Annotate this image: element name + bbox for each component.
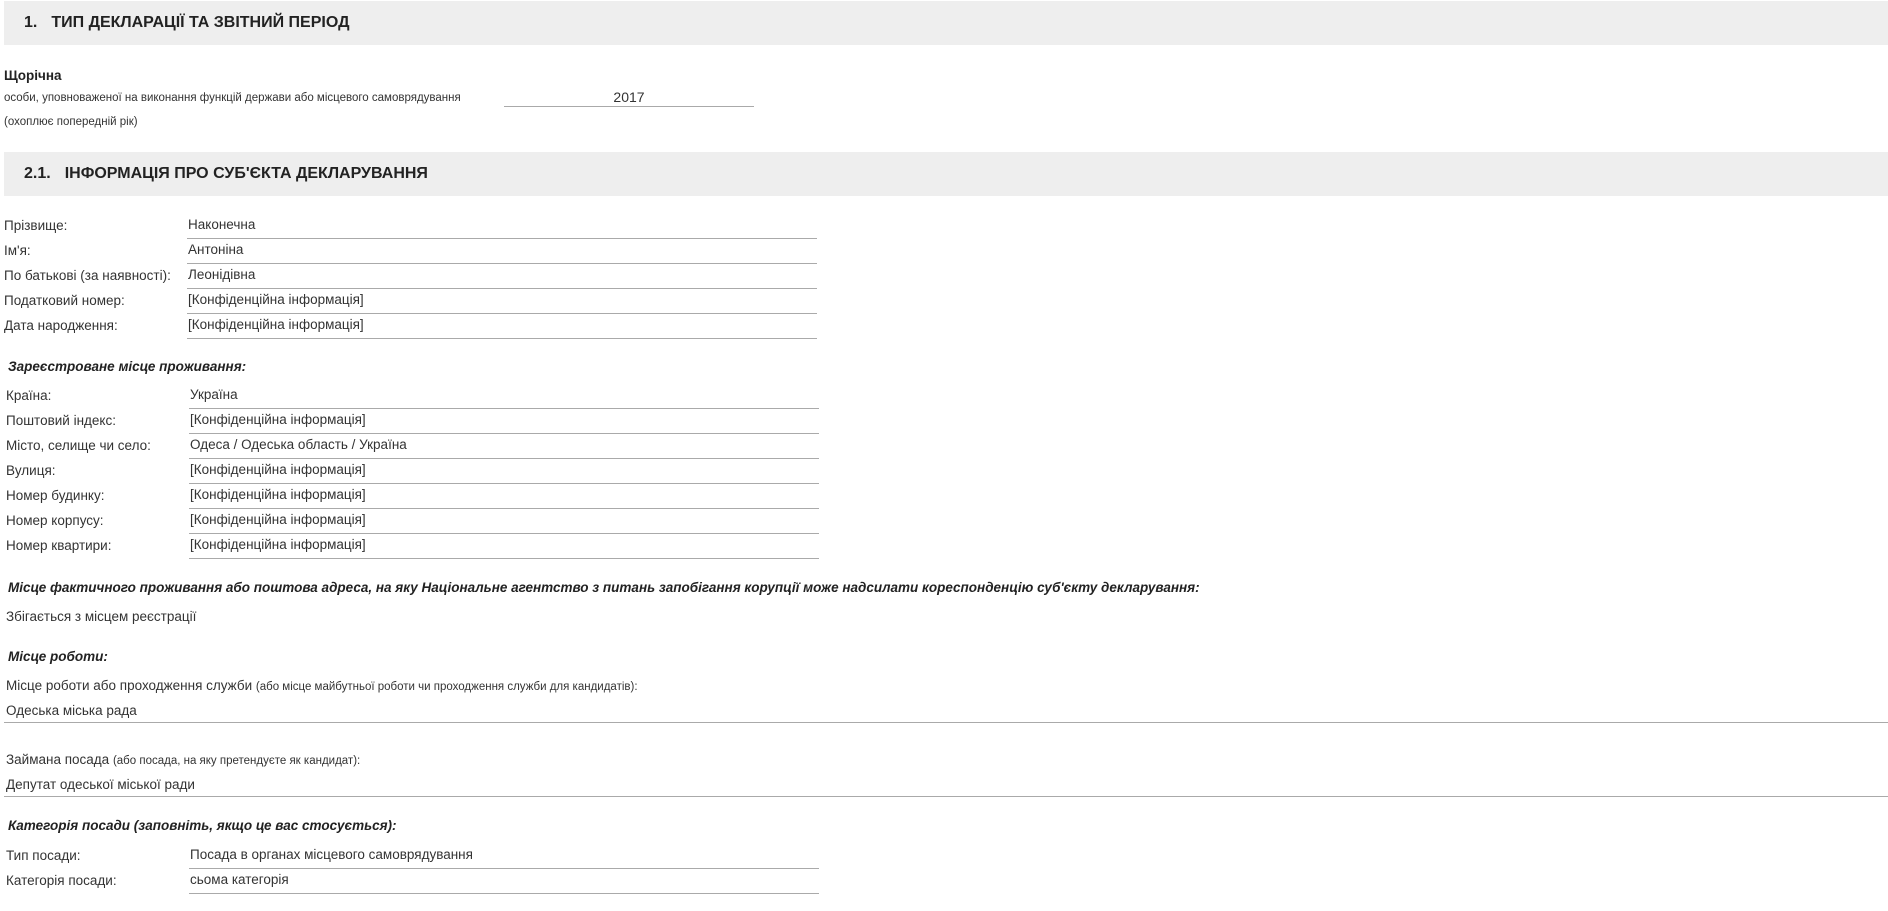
block-number-label: Номер корпусу: — [6, 513, 104, 528]
actual-address-heading: Місце фактичного проживання або поштова … — [8, 580, 1200, 595]
country-value: Україна — [189, 384, 819, 409]
block-number-value: [Конфіденційна інформація] — [189, 509, 819, 534]
street-label: Вулиця: — [6, 463, 56, 478]
position-category-value: сьома категорія — [189, 869, 819, 894]
section-number: 2.1. — [24, 165, 51, 182]
section-header-subject-info: 2.1. ІНФОРМАЦІЯ ПРО СУБ'ЄКТА ДЕКЛАРУВАНН… — [4, 152, 1888, 196]
workplace-value: Одеська міська рада — [6, 703, 137, 718]
position-type-label: Тип посади: — [6, 848, 81, 863]
street-value: [Конфіденційна інформація] — [189, 459, 819, 484]
surname-value: Наконечна — [187, 214, 817, 239]
declaration-period-note: (охоплює попередній рік) — [4, 116, 138, 128]
position-type-value: Посада в органах місцевого самоврядуванн… — [189, 844, 819, 869]
position-category-label: Категорія посади: — [6, 873, 117, 888]
first-name-value: Антоніна — [187, 239, 817, 264]
registered-address-heading: Зареєстроване місце проживання: — [8, 359, 247, 374]
building-number-value: [Конфіденційна інформація] — [189, 484, 819, 509]
building-number-label: Номер будинку: — [6, 488, 105, 503]
position-underline — [4, 796, 1888, 797]
country-label: Країна: — [6, 388, 52, 403]
category-heading: Категорія посади (заповніть, якщо це вас… — [8, 818, 397, 833]
birth-date-value: [Конфіденційна інформація] — [187, 314, 817, 339]
workplace-heading: Місце роботи: — [8, 649, 108, 664]
apartment-number-label: Номер квартири: — [6, 538, 112, 553]
declaration-subject: особи, уповноваженої на виконання функці… — [4, 92, 461, 104]
birth-date-label: Дата народження: — [4, 318, 118, 333]
section-title: ІНФОРМАЦІЯ ПРО СУБ'ЄКТА ДЕКЛАРУВАННЯ — [64, 165, 428, 182]
declaration-type: Щорічна — [4, 68, 62, 83]
actual-address-value: Збігається з місцем реєстрації — [6, 609, 197, 624]
reporting-year: 2017 — [504, 86, 754, 107]
tax-number-label: Податковий номер: — [4, 293, 125, 308]
apartment-number-value: [Конфіденційна інформація] — [189, 534, 819, 559]
section-title: ТИП ДЕКЛАРАЦІЇ ТА ЗВІТНИЙ ПЕРІОД — [51, 14, 350, 31]
section-number: 1. — [24, 14, 38, 31]
workplace-label: Місце роботи або проходження служби (або… — [6, 678, 638, 693]
position-value: Депутат одеської міської ради — [6, 777, 195, 792]
city-label: Місто, селище чи село: — [6, 438, 151, 453]
workplace-label-note: (або місце майбутньої роботи чи проходже… — [255, 681, 638, 693]
tax-number-value: [Конфіденційна інформація] — [187, 289, 817, 314]
position-label-note: (або посада, на яку претендуєте як канди… — [112, 755, 361, 767]
position-label-text: Займана посада — [6, 752, 110, 767]
workplace-underline — [4, 722, 1888, 723]
patronymic-value: Леонідівна — [187, 264, 817, 289]
surname-label: Прізвище: — [4, 218, 68, 233]
postal-code-label: Поштовий індекс: — [6, 413, 116, 428]
section-header-declaration-type: 1. ТИП ДЕКЛАРАЦІЇ ТА ЗВІТНИЙ ПЕРІОД — [4, 1, 1888, 45]
first-name-label: Ім'я: — [4, 243, 31, 258]
workplace-label-text: Місце роботи або проходження служби — [6, 678, 253, 693]
postal-code-value: [Конфіденційна інформація] — [189, 409, 819, 434]
position-label: Займана посада (або посада, на яку прете… — [6, 752, 360, 767]
city-value: Одеса / Одеська область / Україна — [189, 434, 819, 459]
patronymic-label: По батькові (за наявності): — [4, 268, 171, 283]
